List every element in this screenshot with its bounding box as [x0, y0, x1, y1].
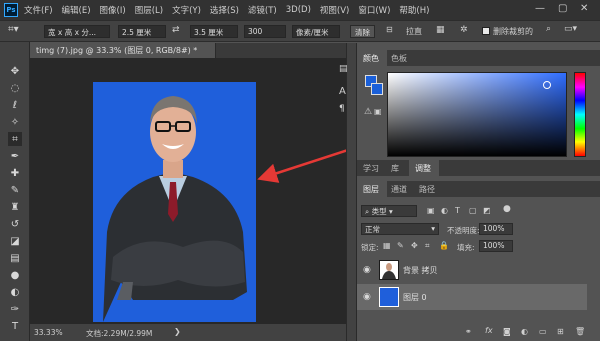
layer-filter-label: 类型 [371, 207, 387, 216]
tab-libraries[interactable]: 库 [391, 163, 399, 174]
new-layer-icon[interactable]: ⊞ [557, 327, 564, 336]
adjustment-icon[interactable]: ◐ [521, 327, 528, 336]
layer-row-selected[interactable]: ◉ 图层 0 [357, 284, 587, 310]
layer-thumbnail [379, 287, 399, 307]
mask-icon[interactable]: ◙ [503, 327, 511, 336]
tab-swatches[interactable]: 色板 [391, 53, 407, 64]
collapsed-panels: ▤ A ¶ [334, 58, 352, 158]
blend-mode-label: 正常 [365, 225, 380, 234]
color-picker-cursor[interactable] [543, 81, 551, 89]
chevron-right-icon[interactable]: ❯ [174, 327, 181, 336]
character-icon[interactable]: A [339, 86, 346, 97]
hue-slider[interactable] [574, 72, 586, 157]
tab-channels[interactable]: 通道 [391, 184, 407, 195]
paragraph-icon[interactable]: ¶ [339, 104, 345, 114]
eye-icon[interactable]: ◉ [363, 292, 371, 302]
zoom-level[interactable]: 33.33% [34, 328, 63, 337]
color-panel-tabs: 颜色 色板 [357, 50, 600, 66]
link-icon[interactable]: ⚭ [465, 327, 472, 336]
blend-mode-select[interactable]: 正常 ▾ [361, 223, 439, 235]
layer-row[interactable]: ◉ 背景 拷贝 [357, 257, 587, 283]
document-size: 文档:2.29M/2.99M [86, 329, 153, 338]
lock-position-icon[interactable]: ✥ [411, 241, 418, 250]
lock-transparent-icon[interactable]: ▦ [383, 241, 391, 250]
type-filter-icon[interactable]: T [455, 206, 460, 215]
opacity-field[interactable]: 100% [479, 223, 513, 235]
fill-label: 填充: [457, 243, 475, 252]
lock-image-icon[interactable]: ✎ [397, 241, 404, 250]
warning-icon[interactable]: ⚠ [364, 107, 372, 117]
layer-name[interactable]: 背景 拷贝 [403, 265, 438, 276]
status-bar: 33.33% 文档:2.29M/2.99M ❯ [30, 324, 346, 341]
adjustment-filter-icon[interactable]: ◐ [441, 206, 448, 215]
layer-thumbnail [379, 260, 399, 280]
shape-filter-icon[interactable]: ▢ [469, 206, 477, 215]
tab-adjustments[interactable]: 调整 [415, 163, 431, 174]
layer-filter-select[interactable]: ⌕ 类型 ▾ [361, 205, 417, 217]
eye-icon[interactable]: ◉ [363, 265, 371, 275]
history-icon[interactable]: ▤ [339, 64, 348, 74]
tab-learn[interactable]: 学习 [363, 163, 379, 174]
right-panel: 颜色 色板 ⚠ ▣ 学习 库 调整 图层 通道 路径 ⌕ 类型 ▾ ▣ ◐ T … [356, 43, 600, 341]
lock-artboard-icon[interactable]: ⌗ [425, 241, 430, 251]
smart-object-filter-icon[interactable]: ◩ [483, 206, 491, 215]
filter-toggle-icon[interactable]: ● [503, 204, 511, 214]
color-picker-field[interactable] [387, 72, 567, 157]
lock-label: 锁定: [361, 243, 379, 252]
fill-field[interactable]: 100% [479, 240, 513, 252]
opacity-label: 不透明度: [447, 226, 480, 235]
background-color-swatch[interactable] [371, 83, 383, 95]
tab-color[interactable]: 颜色 [363, 53, 379, 64]
adjustments-panel-tabs: 学习 库 调整 [357, 160, 600, 176]
pixel-filter-icon[interactable]: ▣ [427, 206, 435, 215]
fx-icon[interactable]: fx [485, 326, 493, 335]
tab-paths[interactable]: 路径 [419, 184, 435, 195]
lock-all-icon[interactable]: 🔒 [439, 241, 449, 250]
group-icon[interactable]: ▭ [539, 327, 547, 336]
trash-icon[interactable]: 🗑 [575, 327, 585, 336]
search-icon: ⌕ [365, 207, 372, 216]
tab-layers[interactable]: 图层 [363, 184, 379, 195]
layer-name[interactable]: 图层 0 [403, 292, 427, 303]
websafe-swatch-icon[interactable]: ▣ [374, 107, 382, 116]
layers-panel-tabs: 图层 通道 路径 [357, 181, 600, 197]
